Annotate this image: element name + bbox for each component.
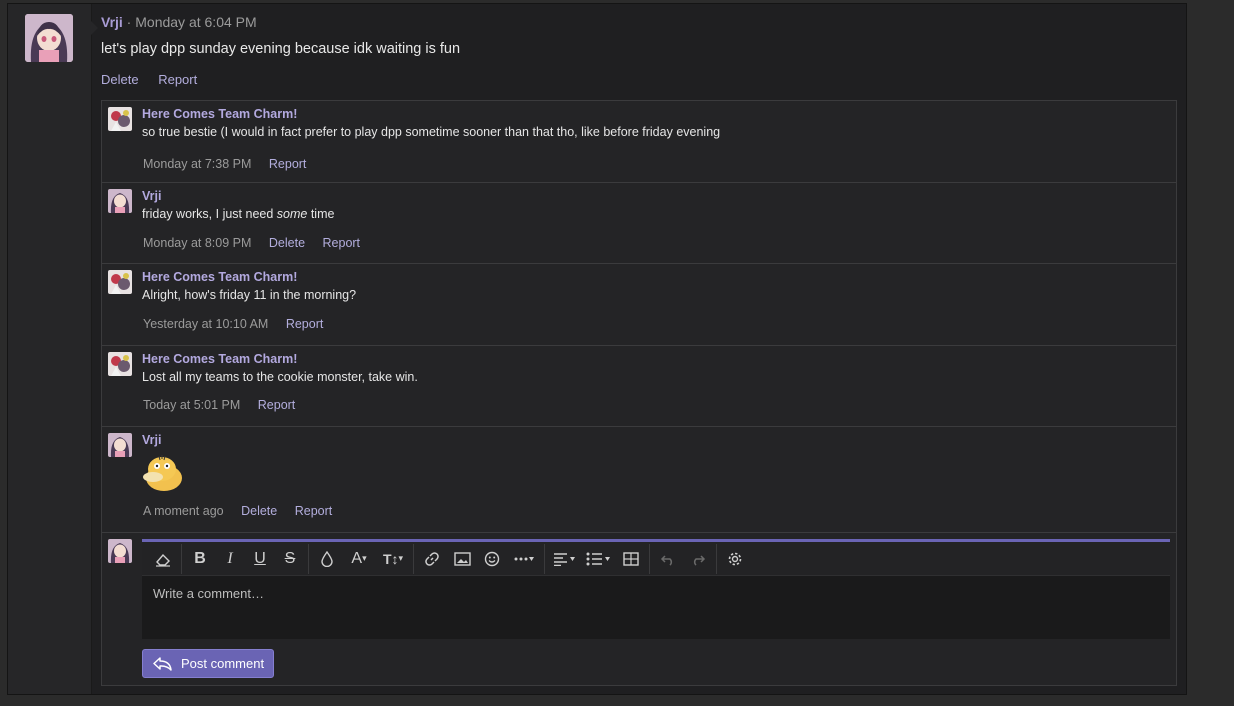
comment-avatar[interactable] [108,189,132,213]
redo-icon[interactable] [683,546,713,572]
comment-time[interactable]: Yesterday at 10:10 AM [143,317,268,331]
toolbar-separator [716,543,717,574]
composer-avatar [108,539,132,563]
italic-icon[interactable]: I [215,546,245,572]
more-icon[interactable] [507,546,541,572]
comment-text-part: time [307,207,335,221]
comment-list: Here Comes Team Charm! so true bestie (I… [101,100,1177,686]
toolbar-separator [544,543,545,574]
toolbar-separator [181,543,182,574]
table-icon[interactable] [616,546,646,572]
post-separator: · [122,14,136,30]
gear-icon[interactable] [720,546,750,572]
comment-input[interactable]: Write a comment… [142,576,1170,640]
comment-item: Here Comes Team Charm! Lost all my teams… [102,346,1176,427]
comment-avatar[interactable] [108,270,132,294]
post-time[interactable]: Monday at 6:04 PM [135,14,256,30]
comment-text: Alright, how's friday 11 in the morning? [142,288,357,302]
toolbar-separator [413,543,414,574]
comment-item: Vrji friday works, I just need some time… [102,183,1176,264]
comment-meta: Yesterday at 10:10 AM Report [143,317,323,331]
comment-report-link[interactable]: Report [323,236,361,250]
comment-report-link[interactable]: Report [258,398,296,412]
comment-text: so true bestie (I would in fact prefer t… [142,125,721,139]
align-icon[interactable] [548,546,582,572]
post-report-link[interactable]: Report [158,72,197,87]
comment-time[interactable]: A moment ago [143,504,224,518]
post-comment-button[interactable]: Post comment [142,649,274,678]
comment-report-link[interactable]: Report [286,317,324,331]
comment-author[interactable]: Vrji [142,433,161,447]
avatar[interactable] [25,14,73,62]
post-actions: Delete Report [101,72,213,87]
undo-icon[interactable] [653,546,683,572]
post-gutter [8,4,92,694]
post-author[interactable]: Vrji [101,14,123,30]
image-icon[interactable] [447,546,477,572]
link-icon[interactable] [417,546,447,572]
comment-meta: Monday at 7:38 PM Report [143,157,306,171]
smiley-icon[interactable] [477,546,507,572]
post-header: Vrji · Monday at 6:04 PM [101,14,257,30]
bold-icon[interactable]: B [185,546,215,572]
reply-icon [153,656,172,671]
comment-text-part: friday works, I just need [142,207,277,221]
comment-avatar[interactable] [108,107,132,131]
comment-author[interactable]: Here Comes Team Charm! [142,352,297,366]
comment-meta: A moment ago Delete Report [143,504,332,518]
strikethrough-icon[interactable]: S [275,546,305,572]
font-family-icon[interactable]: A ▾ [342,546,376,572]
toolbar-separator [649,543,650,574]
psyduck-emoji-icon [142,454,184,492]
comment-author[interactable]: Vrji [142,189,161,203]
comment-author[interactable]: Here Comes Team Charm! [142,270,297,284]
comment-meta: Monday at 8:09 PM Delete Report [143,236,360,250]
comment-text: friday works, I just need some time [142,207,334,221]
font-size-icon[interactable]: T↕ ▾ [376,546,410,572]
comment-composer: B I U S A ▾ T↕ ▾ Write a comment… Post c… [102,533,1176,687]
comment-avatar[interactable] [108,433,132,457]
rich-text-editor: B I U S A ▾ T↕ ▾ Write a comment… [142,539,1170,639]
font-size-glyph: T↕ [382,550,399,567]
post-comment-label: Post comment [181,656,265,671]
comment-text-italic: some [276,207,308,221]
comment-time[interactable]: Monday at 8:09 PM [143,236,251,250]
comment-meta: Today at 5:01 PM Report [143,398,295,412]
post-delete-link[interactable]: Delete [101,72,139,87]
comment-delete-link[interactable]: Delete [241,504,277,518]
font-family-glyph: A [351,549,363,567]
comment-item: Here Comes Team Charm! so true bestie (I… [102,101,1176,183]
comment-author[interactable]: Here Comes Team Charm! [142,107,297,121]
color-drop-icon[interactable] [312,546,342,572]
toolbar-separator [308,543,309,574]
comment-time[interactable]: Today at 5:01 PM [143,398,240,412]
comment-time[interactable]: Monday at 7:38 PM [143,157,251,171]
eraser-icon[interactable] [148,546,178,572]
comment-report-link[interactable]: Report [295,504,333,518]
post-body: let's play dpp sunday evening because id… [101,41,461,57]
comment-item: Vrji A moment ago Delete Report [102,427,1176,533]
comment-text: Lost all my teams to the cookie monster,… [142,370,418,384]
editor-toolbar: B I U S A ▾ T↕ ▾ [142,542,1170,576]
post-container: Vrji · Monday at 6:04 PM let's play dpp … [7,3,1187,695]
comment-report-link[interactable]: Report [269,157,307,171]
comment-avatar[interactable] [108,352,132,376]
list-icon[interactable] [582,546,616,572]
comment-item: Here Comes Team Charm! Alright, how's fr… [102,264,1176,346]
gutter-notch [91,21,98,35]
comment-delete-link[interactable]: Delete [269,236,305,250]
underline-icon[interactable]: U [245,546,275,572]
